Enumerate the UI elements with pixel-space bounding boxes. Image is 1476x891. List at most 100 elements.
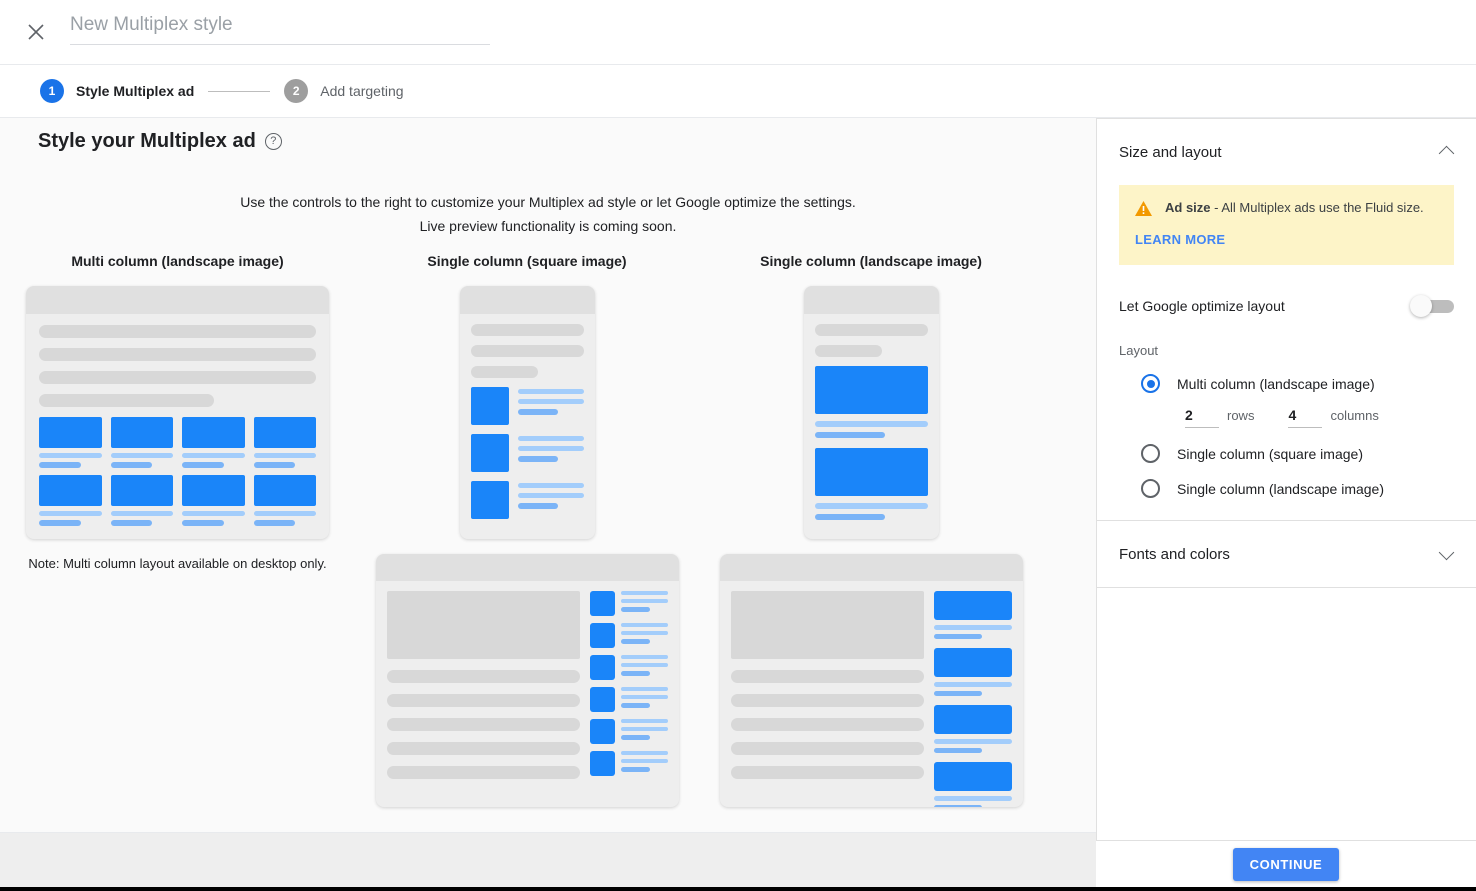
ad-text-line xyxy=(620,607,650,612)
section-title-size-and-layout: Size and layout xyxy=(1119,143,1222,161)
preview-row-top: Multi column (landscape image) Note: Mul… xyxy=(0,253,1096,807)
help-circle-icon[interactable]: ? xyxy=(264,133,282,150)
input-underline xyxy=(70,44,490,45)
mock-single-landscape-desktop xyxy=(719,554,1023,807)
radio-single-landscape[interactable]: Single column (landscape image) xyxy=(1119,479,1454,498)
mock-header-bar xyxy=(375,554,679,581)
placeholder-line xyxy=(39,325,316,338)
section-header-fonts-and-colors[interactable]: Fonts and colors xyxy=(1097,521,1476,587)
ad-cell xyxy=(110,417,173,468)
section-header-size-and-layout[interactable]: Size and layout xyxy=(1097,119,1476,185)
style-name-input[interactable] xyxy=(70,10,490,44)
toggle-knob xyxy=(1410,295,1432,317)
ad-item xyxy=(589,623,668,648)
ad-item xyxy=(933,762,1012,807)
ad-text-line xyxy=(933,625,1012,630)
content-column xyxy=(386,591,580,790)
rows-input[interactable] xyxy=(1185,407,1219,428)
warning-triangle-icon xyxy=(1135,201,1152,216)
mock-single-square-mobile xyxy=(459,286,595,539)
step-2-badge: 2 xyxy=(284,79,309,103)
chevron-up-icon[interactable] xyxy=(1440,145,1454,159)
close-icon[interactable] xyxy=(22,18,50,46)
ad-text-line xyxy=(517,436,584,441)
radio-multi-column[interactable]: Multi column (landscape image) xyxy=(1119,374,1454,393)
ad-text-line xyxy=(517,503,559,509)
ad-image xyxy=(470,481,509,519)
ad-text-line xyxy=(517,483,584,488)
ad-cell xyxy=(39,475,102,526)
ad-text-line xyxy=(253,453,316,458)
ad-text-line xyxy=(933,796,1012,801)
optimize-layout-row: Let Google optimize layout xyxy=(1119,265,1454,321)
radio-button[interactable] xyxy=(1141,444,1160,463)
ad-text-block xyxy=(517,481,584,519)
ad-image xyxy=(589,687,615,712)
ad-text-line xyxy=(933,691,982,696)
placeholder-line xyxy=(730,766,924,779)
ad-item xyxy=(933,648,1012,696)
ad-text-line xyxy=(517,389,584,394)
ad-image xyxy=(253,475,316,506)
ad-sidebar xyxy=(589,591,668,790)
main-content: Style your Multiplex ad ? Use the contro… xyxy=(0,118,1096,832)
ad-text-line xyxy=(39,462,81,468)
section-divider xyxy=(1097,587,1476,588)
ad-text-line xyxy=(620,695,668,699)
radio-button[interactable] xyxy=(1141,479,1160,498)
continue-button[interactable]: CONTINUE xyxy=(1232,847,1340,881)
ad-text-block xyxy=(620,591,668,616)
ad-text-line xyxy=(517,493,584,498)
ad-text-line xyxy=(620,623,668,627)
step-add-targeting[interactable]: 2 Add targeting xyxy=(284,79,404,103)
ad-text-line xyxy=(517,446,584,451)
stepper: 1 Style Multiplex ad 2 Add targeting xyxy=(0,64,1476,118)
ad-text-line xyxy=(620,735,650,740)
placeholder-line xyxy=(730,742,924,755)
mock-body xyxy=(376,581,679,790)
ad-item xyxy=(589,751,668,776)
ad-grid-row-2 xyxy=(39,475,316,526)
ad-text-line xyxy=(814,503,928,509)
mock-header-bar xyxy=(26,286,329,314)
notice-bold-label: Ad size xyxy=(1165,200,1211,215)
ad-text-block xyxy=(620,687,668,712)
placeholder-line xyxy=(470,324,584,336)
learn-more-link[interactable]: LEARN MORE xyxy=(1135,232,1225,247)
ad-text-line xyxy=(814,514,885,520)
ad-text-line xyxy=(253,520,296,526)
section-body-size-and-layout: Ad size - All Multiplex ads use the Flui… xyxy=(1097,185,1476,520)
ad-text-line xyxy=(517,399,584,404)
ad-text-line xyxy=(814,421,928,427)
ad-text-line xyxy=(620,767,650,772)
ad-text-line xyxy=(253,511,316,516)
radio-button-selected[interactable] xyxy=(1141,374,1160,393)
content-column xyxy=(730,591,924,807)
ad-text-block xyxy=(620,719,668,744)
columns-input[interactable] xyxy=(1288,407,1323,428)
chevron-down-icon[interactable] xyxy=(1440,547,1454,561)
page-title-text: Style your Multiplex ad xyxy=(38,130,256,152)
ad-text-line xyxy=(39,453,102,458)
mock-single-square-desktop xyxy=(375,554,679,807)
ad-text-line xyxy=(933,682,1012,687)
placeholder-line xyxy=(730,694,924,707)
ad-item xyxy=(933,705,1012,753)
optimize-layout-label: Let Google optimize layout xyxy=(1119,298,1285,314)
ad-text-line xyxy=(182,511,245,516)
ad-text-line xyxy=(517,456,559,462)
placeholder-line xyxy=(386,742,580,755)
notice-text: Ad size - All Multiplex ads use the Flui… xyxy=(1165,199,1424,216)
window-edge-strip xyxy=(0,887,1476,891)
step-style-multiplex-ad[interactable]: 1 Style Multiplex ad xyxy=(40,79,194,103)
ad-text-line xyxy=(620,727,668,731)
radio-single-square[interactable]: Single column (square image) xyxy=(1119,444,1454,463)
optimize-layout-toggle[interactable] xyxy=(1408,291,1454,321)
placeholder-line xyxy=(730,670,924,683)
ad-image xyxy=(589,655,615,680)
placeholder-line xyxy=(386,694,580,707)
ad-text-line xyxy=(620,655,668,659)
step-1-badge: 1 xyxy=(40,79,64,103)
columns-field: columns xyxy=(1288,407,1379,428)
ad-text-line xyxy=(933,634,982,639)
